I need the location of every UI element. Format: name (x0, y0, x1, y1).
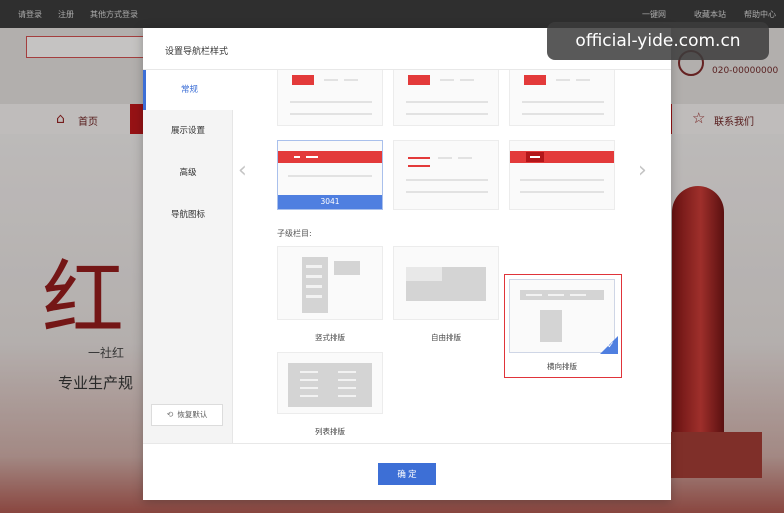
style-preset[interactable] (277, 70, 383, 126)
confirm-button[interactable]: 确 定 (378, 463, 436, 485)
sidebar-item-basic[interactable]: 常规 (143, 70, 233, 110)
dialog-content: ‹ › 3041 子级栏目: 竖式排版 自由排版 ✓ 横向排版 列表排版 (234, 70, 671, 443)
layout-horizontal-label: 横向排版 (547, 362, 577, 371)
check-icon: ✓ (607, 341, 615, 351)
style-preset-selected[interactable]: 3041 (277, 140, 383, 210)
layout-vertical-card[interactable] (277, 246, 383, 320)
dialog-sidebar: 常规 展示设置 高级 导航图标 ⟲ 恢复默认 (143, 70, 233, 443)
layout-horizontal-card[interactable]: ✓ (509, 279, 618, 354)
reset-default-button[interactable]: ⟲ 恢复默认 (151, 404, 223, 426)
style-preset[interactable] (393, 70, 499, 126)
layout-free-label: 自由排版 (431, 333, 461, 342)
layout-horizontal-selected-frame[interactable]: ✓ 横向排版 (504, 274, 622, 378)
watermark: official-yide.com.cn (547, 22, 769, 60)
reset-icon: ⟲ (166, 410, 174, 419)
layout-list-card[interactable] (277, 352, 383, 414)
dialog-footer: 确 定 (143, 443, 671, 500)
sub-section-label: 子级栏目: (277, 229, 312, 238)
layout-free-card[interactable] (393, 246, 499, 320)
style-preset-label: 3041 (278, 195, 382, 209)
sidebar-item-display[interactable]: 展示设置 (143, 111, 233, 151)
style-preset[interactable] (509, 140, 615, 210)
style-preset[interactable] (393, 140, 499, 210)
reset-label: 恢复默认 (177, 410, 208, 419)
chevron-left-icon[interactable]: ‹ (238, 158, 247, 183)
layout-list-label: 列表排版 (315, 427, 345, 436)
sidebar-item-advanced[interactable]: 高级 (143, 153, 233, 193)
nav-style-dialog: 设置导航栏样式 常规 展示设置 高级 导航图标 ⟲ 恢复默认 ‹ › 3041 … (143, 28, 671, 500)
style-preset[interactable] (509, 70, 615, 126)
sidebar-item-nav-icon[interactable]: 导航图标 (143, 195, 233, 235)
layout-vertical-label: 竖式排版 (315, 333, 345, 342)
chevron-right-icon[interactable]: › (638, 158, 647, 183)
dialog-title: 设置导航栏样式 (165, 47, 229, 57)
